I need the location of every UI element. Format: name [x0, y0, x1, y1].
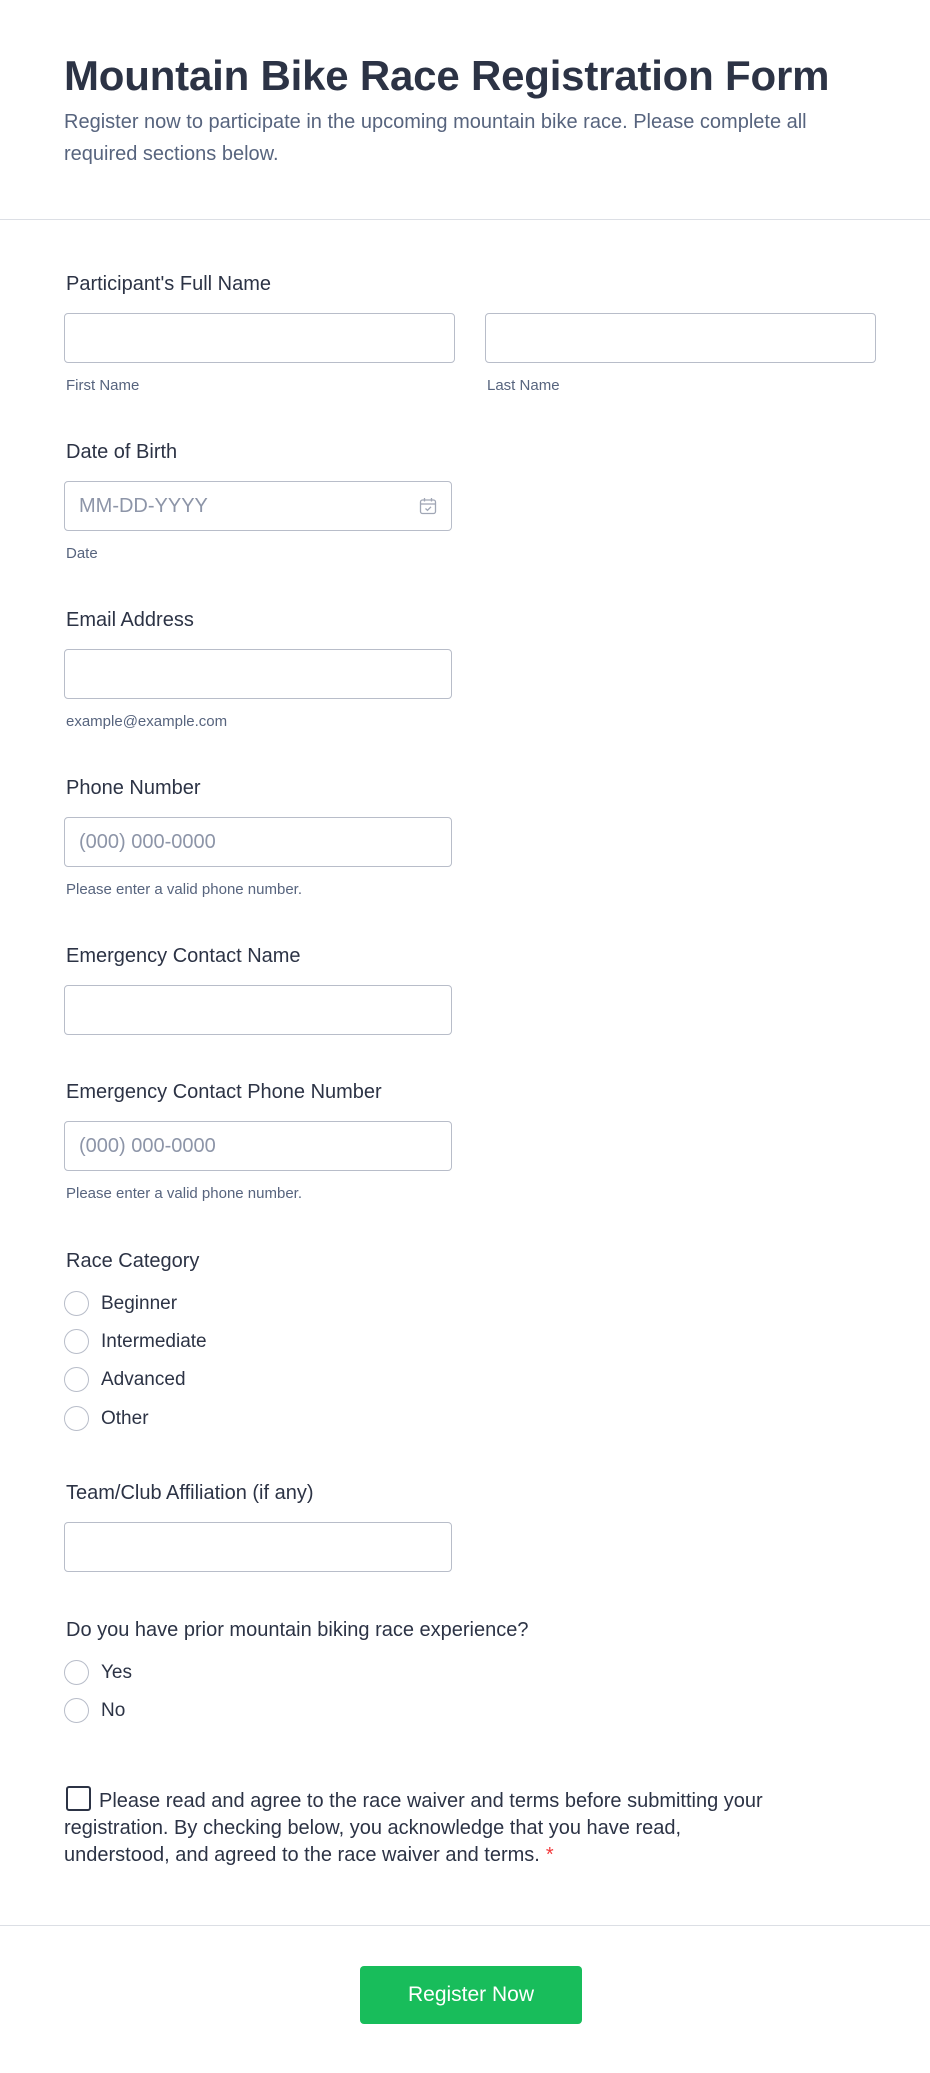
- form-header: Mountain Bike Race Registration Form Reg…: [0, 0, 930, 220]
- last-name-sublabel: Last Name: [487, 377, 560, 394]
- dob-input[interactable]: MM-DD-YYYY: [64, 481, 452, 531]
- page-subtitle: Register now to participate in the upcom…: [64, 111, 807, 165]
- phone-input[interactable]: (000) 000-0000: [64, 817, 452, 867]
- last-name-input[interactable]: [485, 313, 876, 363]
- dob-sublabel: Date: [66, 545, 98, 562]
- emergency-phone-input[interactable]: (000) 000-0000: [64, 1121, 452, 1171]
- dob-placeholder: MM-DD-YYYY: [79, 495, 208, 517]
- radio-label: Other: [101, 1408, 149, 1429]
- terms-text: Please read and agree to the race waiver…: [64, 1790, 763, 1866]
- terms-agreement: Please read and agree to the race waiver…: [64, 1786, 784, 1869]
- phone-sublabel: Please enter a valid phone number.: [66, 881, 302, 898]
- team-input[interactable]: [64, 1522, 452, 1572]
- radio-label: Intermediate: [101, 1331, 207, 1352]
- divider: [0, 1925, 930, 1926]
- required-mark: *: [545, 1844, 554, 1866]
- email-label: Email Address: [66, 609, 194, 631]
- emergency-name-input[interactable]: [64, 985, 452, 1035]
- radio-button[interactable]: [64, 1329, 89, 1354]
- first-name-sublabel: First Name: [66, 377, 140, 394]
- emergency-name-label: Emergency Contact Name: [66, 945, 301, 967]
- page-title: Mountain Bike Race Registration Form: [64, 52, 830, 99]
- phone-placeholder: (000) 000-0000: [79, 831, 216, 853]
- email-input[interactable]: [64, 649, 452, 699]
- radio-label: Advanced: [101, 1369, 186, 1390]
- radio-button[interactable]: [64, 1367, 89, 1392]
- terms-checkbox[interactable]: [66, 1786, 91, 1811]
- emergency-phone-label: Emergency Contact Phone Number: [66, 1081, 382, 1103]
- radio-label: Yes: [101, 1662, 132, 1683]
- calendar-icon[interactable]: [419, 497, 437, 515]
- race-category-label: Race Category: [66, 1250, 200, 1272]
- dob-label: Date of Birth: [66, 441, 178, 463]
- phone-label: Phone Number: [66, 777, 201, 799]
- emergency-phone-placeholder: (000) 000-0000: [79, 1135, 216, 1157]
- register-now-button[interactable]: Register Now: [360, 1966, 582, 2024]
- experience-label: Do you have prior mountain biking race e…: [66, 1619, 529, 1641]
- team-label: Team/Club Affiliation (if any): [66, 1482, 314, 1504]
- email-sublabel: example@example.com: [66, 713, 228, 730]
- emergency-phone-sublabel: Please enter a valid phone number.: [66, 1185, 302, 1202]
- radio-button[interactable]: [64, 1698, 89, 1723]
- radio-label: Beginner: [101, 1293, 178, 1314]
- first-name-input[interactable]: [64, 313, 455, 363]
- radio-button[interactable]: [64, 1291, 89, 1316]
- full-name-label: Participant's Full Name: [66, 273, 271, 295]
- radio-button[interactable]: [64, 1406, 89, 1431]
- radio-button[interactable]: [64, 1660, 89, 1685]
- radio-label: No: [101, 1700, 126, 1721]
